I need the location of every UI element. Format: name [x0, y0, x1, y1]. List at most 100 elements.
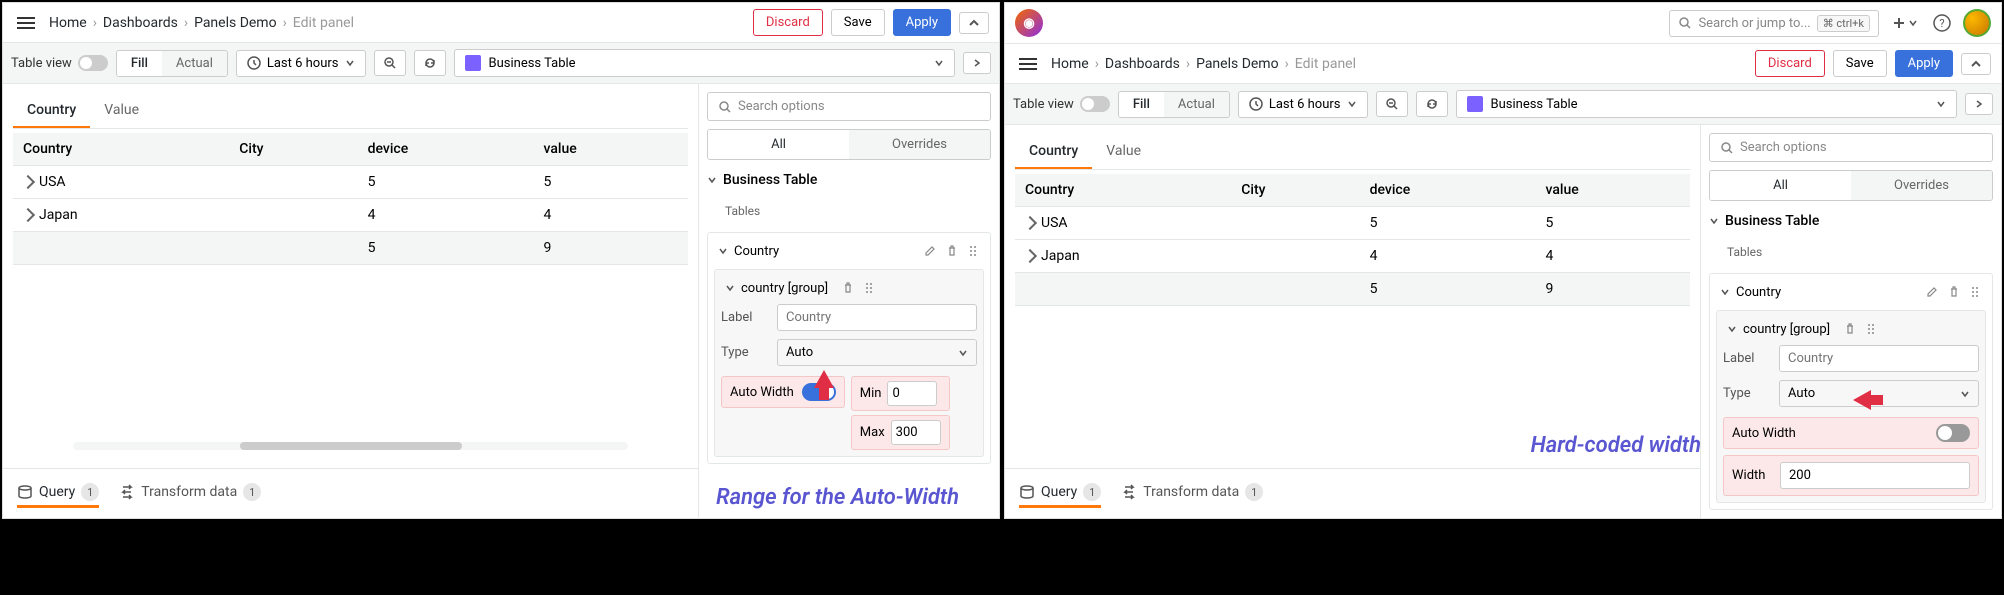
search-options[interactable]: Search options — [1709, 133, 1993, 162]
zoom-out-button[interactable] — [374, 50, 406, 76]
min-input[interactable] — [887, 381, 937, 406]
avatar[interactable] — [1963, 9, 1991, 37]
save-button[interactable]: Save — [831, 9, 885, 36]
search-options[interactable]: Search options — [707, 92, 991, 121]
fill-button[interactable]: Fill — [117, 51, 162, 76]
trash-icon[interactable] — [1946, 284, 1962, 300]
collapse-button[interactable] — [1961, 53, 1991, 75]
drag-icon[interactable] — [1864, 321, 1878, 337]
table-view-toggle[interactable]: Table view — [11, 55, 108, 71]
label-input[interactable] — [777, 304, 977, 331]
drag-icon[interactable] — [966, 243, 980, 259]
tab-all[interactable]: All — [1710, 171, 1851, 200]
viz-picker[interactable]: Business Table — [454, 49, 955, 77]
actual-button[interactable]: Actual — [162, 51, 227, 76]
col-value[interactable]: value — [1535, 174, 1690, 207]
autowidth-toggle[interactable] — [802, 383, 836, 401]
edit-icon[interactable] — [1924, 284, 1940, 300]
edit-icon[interactable] — [922, 243, 938, 259]
table-row[interactable]: USA 55 — [1015, 207, 1690, 240]
max-input[interactable] — [891, 420, 941, 445]
type-select[interactable]: Auto — [1779, 380, 1979, 407]
col-country[interactable]: Country — [1015, 174, 1231, 207]
actual-button[interactable]: Actual — [1164, 92, 1229, 117]
trash-icon[interactable] — [944, 243, 960, 259]
query-tab[interactable]: Query 1 — [1019, 479, 1101, 508]
tab-country[interactable]: Country — [1015, 135, 1092, 169]
table-row[interactable]: Japan 44 — [13, 199, 688, 232]
refresh-button[interactable] — [414, 50, 446, 76]
chevron-down-icon[interactable] — [725, 283, 735, 293]
trash-icon[interactable] — [1842, 321, 1858, 337]
save-button[interactable]: Save — [1833, 50, 1887, 77]
expand-icon[interactable] — [1023, 249, 1037, 263]
horizontal-scrollbar[interactable] — [73, 442, 628, 450]
col-city[interactable]: City — [1231, 174, 1359, 207]
chevron-down-icon[interactable] — [1727, 324, 1737, 334]
chevron-down-icon[interactable] — [1720, 287, 1730, 297]
autowidth-toggle[interactable] — [1936, 424, 1970, 442]
search-icon — [1678, 16, 1692, 30]
discard-button[interactable]: Discard — [1755, 50, 1825, 77]
menu-icon[interactable] — [13, 13, 39, 33]
drag-icon[interactable] — [862, 280, 876, 296]
tab-all[interactable]: All — [708, 130, 849, 159]
expand-icon[interactable] — [1023, 216, 1037, 230]
col-value[interactable]: value — [533, 133, 688, 166]
breadcrumb-dashboards[interactable]: Dashboards — [103, 15, 178, 31]
breadcrumb-home[interactable]: Home — [49, 15, 87, 31]
group-card: country [group] Label Type Auto — [1716, 310, 1986, 503]
discard-button[interactable]: Discard — [753, 9, 823, 36]
tab-value[interactable]: Value — [1092, 135, 1155, 169]
breadcrumb-demo[interactable]: Panels Demo — [1196, 56, 1279, 72]
section-business-table[interactable]: Business Table — [707, 168, 991, 192]
col-country[interactable]: Country — [13, 133, 229, 166]
tab-country[interactable]: Country — [13, 94, 90, 128]
breadcrumb-demo[interactable]: Panels Demo — [194, 15, 277, 31]
chevron-down-icon[interactable] — [718, 246, 728, 256]
collapse-button[interactable] — [959, 12, 989, 34]
apply-button[interactable]: Apply — [893, 9, 951, 36]
refresh-button[interactable] — [1416, 91, 1448, 117]
table-row[interactable]: Japan 44 — [1015, 240, 1690, 273]
grafana-logo[interactable]: ◉ — [1015, 9, 1043, 37]
fill-button[interactable]: Fill — [1119, 92, 1164, 117]
viz-picker[interactable]: Business Table — [1456, 90, 1957, 118]
toolbar: Table view Fill Actual Last 6 hours Busi… — [1005, 84, 2001, 125]
expand-icon[interactable] — [21, 208, 35, 222]
expand-options-button[interactable] — [963, 52, 991, 74]
global-search[interactable]: Search or jump to... ⌘ ctrl+k — [1669, 10, 1879, 37]
transform-tab[interactable]: Transform data 1 — [1121, 479, 1263, 508]
section-business-table[interactable]: Business Table — [1709, 209, 1993, 233]
add-button[interactable] — [1887, 11, 1921, 35]
search-icon — [718, 100, 732, 114]
table-view-toggle[interactable]: Table view — [1013, 96, 1110, 112]
expand-options-button[interactable] — [1965, 93, 1993, 115]
drag-icon[interactable] — [1968, 284, 1982, 300]
table-row[interactable]: USA 55 — [13, 166, 688, 199]
menu-icon[interactable] — [1015, 54, 1041, 74]
type-label: Type — [1723, 386, 1771, 401]
breadcrumb-dashboards[interactable]: Dashboards — [1105, 56, 1180, 72]
expand-icon[interactable] — [21, 175, 35, 189]
breadcrumb-home[interactable]: Home — [1051, 56, 1089, 72]
col-device[interactable]: device — [1360, 174, 1536, 207]
time-picker[interactable]: Last 6 hours — [1238, 91, 1368, 118]
trash-icon[interactable] — [840, 280, 856, 296]
label-input[interactable] — [1779, 345, 1979, 372]
tab-overrides[interactable]: Overrides — [1851, 171, 1992, 200]
table-view-switch[interactable] — [1080, 96, 1110, 112]
tab-overrides[interactable]: Overrides — [849, 130, 990, 159]
time-picker[interactable]: Last 6 hours — [236, 50, 366, 77]
table-view-switch[interactable] — [78, 55, 108, 71]
tab-value[interactable]: Value — [90, 94, 153, 128]
col-city[interactable]: City — [229, 133, 357, 166]
help-button[interactable]: ? — [1929, 10, 1955, 36]
apply-button[interactable]: Apply — [1895, 50, 1953, 77]
type-select[interactable]: Auto — [777, 339, 977, 366]
query-tab[interactable]: Query 1 — [17, 479, 99, 508]
width-input[interactable] — [1780, 462, 1970, 489]
col-device[interactable]: device — [358, 133, 534, 166]
zoom-out-button[interactable] — [1376, 91, 1408, 117]
transform-tab[interactable]: Transform data 1 — [119, 479, 261, 508]
